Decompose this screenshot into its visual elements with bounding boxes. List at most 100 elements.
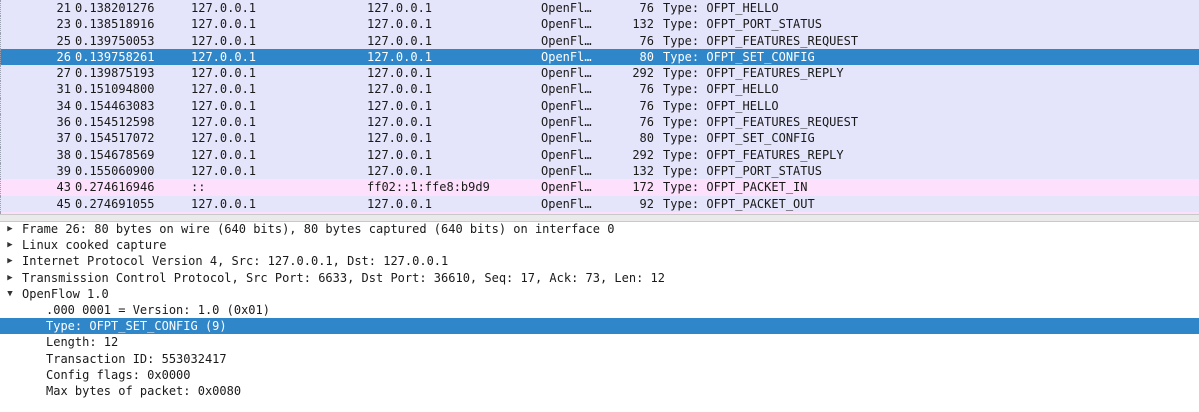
detail-section[interactable]: ▶ Linux cooked capture: [0, 237, 1199, 253]
packet-info: Type: OFPT_FEATURES_REPLY: [663, 66, 844, 81]
expand-arrow-icon[interactable]: ▶: [4, 270, 16, 286]
packet-time: 0.154463083: [75, 98, 155, 113]
packet-time: 0.154512598: [75, 115, 155, 130]
packet-info: Type: OFPT_PORT_STATUS: [663, 17, 822, 32]
packet-number: 45: [56, 196, 71, 211]
detail-text: Frame 26: 80 bytes on wire (640 bits), 8…: [22, 222, 615, 236]
packet-number: 27: [56, 66, 71, 81]
expand-arrow-icon[interactable]: ▶: [4, 253, 16, 269]
packet-info: Type: OFPT_HELLO: [663, 1, 779, 15]
detail-field[interactable]: .000 0001 = Version: 1.0 (0x01): [0, 302, 1199, 318]
packet-row[interactable]: 23 0.138518916 127.0.0.1 127.0.0.1 OpenFl… 13…: [0, 16, 1199, 33]
packet-source: 127.0.0.1: [191, 98, 257, 113]
packet-row[interactable]: 27 0.139875193 127.0.0.1 127.0.0.1 OpenFl… 29…: [0, 65, 1199, 82]
packet-time: 0.274616946: [75, 180, 155, 195]
packet-row[interactable]: 37 0.154517072 127.0.0.1 127.0.0.1 OpenFl… 80…: [0, 130, 1199, 147]
packet-protocol: OpenFl…: [541, 163, 592, 178]
packet-number: 38: [56, 147, 71, 162]
packet-source: 127.0.0.1: [191, 163, 257, 178]
packet-protocol: OpenFl…: [541, 180, 592, 195]
packet-info: Type: OFPT_FEATURES_REPLY: [663, 147, 844, 162]
packet-info: Type: OFPT_HELLO: [663, 82, 779, 97]
packet-time: 0.138201276: [75, 1, 155, 15]
packet-length: 132: [632, 163, 654, 178]
packet-row[interactable]: 36 0.154512598 127.0.0.1 127.0.0.1 OpenFl… 76…: [0, 114, 1199, 131]
packet-destination: 127.0.0.1: [367, 131, 433, 146]
packet-source: 127.0.0.1: [191, 17, 257, 32]
detail-text: Length: 12: [46, 335, 119, 350]
packet-time: 0.139750053: [75, 33, 155, 48]
packet-source: 127.0.0.1: [191, 82, 257, 97]
packet-protocol: OpenFl…: [541, 17, 592, 32]
packet-info: Type: OFPT_HELLO: [663, 98, 779, 113]
detail-text: Transmission Control Protocol, Src Port:…: [22, 270, 665, 285]
packet-length: 80: [639, 49, 654, 64]
packet-length: 292: [632, 66, 654, 81]
packet-protocol: OpenFl…: [541, 196, 592, 211]
packet-source: 127.0.0.1: [191, 147, 257, 162]
packet-list[interactable]: 21 0.138201276 127.0.0.1 127.0.0.1 OpenFl… 76…: [0, 0, 1199, 214]
packet-row[interactable]: 26 0.139758261 127.0.0.1 127.0.0.1 OpenFl… 80…: [0, 48, 1199, 66]
packet-protocol: OpenFl…: [541, 66, 592, 81]
detail-field[interactable]: Max bytes of packet: 0x0080: [0, 383, 1199, 399]
packet-destination: 127.0.0.1: [367, 196, 433, 211]
packet-row[interactable]: 39 0.155060900 127.0.0.1 127.0.0.1 OpenFl… 13…: [0, 162, 1199, 180]
packet-number: 43: [56, 180, 71, 195]
packet-protocol: OpenFl…: [541, 1, 592, 15]
packet-time: 0.154517072: [75, 131, 155, 146]
packet-length: 92: [639, 196, 654, 211]
packet-protocol: OpenFl…: [541, 82, 592, 97]
packet-row[interactable]: 25 0.139750053 127.0.0.1 127.0.0.1 OpenFl… 76…: [0, 32, 1199, 49]
packet-info: Type: OFPT_SET_CONFIG: [663, 131, 815, 146]
packet-info: Type: OFPT_PACKET_OUT: [663, 196, 815, 211]
detail-text: .000 0001 = Version: 1.0 (0x01): [46, 302, 270, 317]
packet-destination: 127.0.0.1: [367, 17, 433, 32]
detail-section[interactable]: ▶ Internet Protocol Version 4, Src: 127.0…: [0, 253, 1199, 269]
detail-field[interactable]: Type: OFPT_SET_CONFIG (9): [0, 318, 1199, 335]
packet-time: 0.139875193: [75, 66, 155, 81]
packet-length: 76: [639, 1, 654, 15]
packet-protocol: OpenFl…: [541, 49, 592, 64]
packet-protocol: OpenFl…: [541, 131, 592, 146]
packet-length: 80: [639, 131, 654, 146]
packet-destination: 127.0.0.1: [367, 163, 433, 178]
packet-row[interactable]: 43 0.274616946:: ff02::1:ffe8:b9d9 OpenFl… 1…: [0, 179, 1199, 196]
detail-text: Max bytes of packet: 0x0080: [46, 383, 242, 398]
detail-field[interactable]: Length: 12: [0, 334, 1199, 350]
packet-number: 39: [56, 163, 71, 178]
packet-time: 0.154678569: [75, 147, 155, 162]
detail-field[interactable]: Config flags: 0x0000: [0, 367, 1199, 383]
packet-info: Type: OFPT_FEATURES_REQUEST: [663, 33, 859, 48]
detail-text: Linux cooked capture: [22, 238, 167, 253]
packet-length: 76: [639, 82, 654, 97]
packet-number: 26: [56, 49, 71, 64]
packet-protocol: OpenFl…: [541, 115, 592, 130]
detail-text: Transaction ID: 553032417: [46, 351, 227, 366]
packet-destination: 127.0.0.1: [367, 115, 433, 130]
packet-row[interactable]: 34 0.154463083 127.0.0.1 127.0.0.1 OpenFl… 76…: [0, 97, 1199, 115]
packet-info: Type: OFPT_SET_CONFIG: [663, 49, 815, 64]
expand-arrow-icon[interactable]: ▶: [4, 221, 16, 237]
packet-details-tree[interactable]: ▶ Frame 26: 80 bytes on wire (640 bits), …: [0, 221, 1199, 412]
packet-source: 127.0.0.1: [191, 33, 257, 48]
detail-text: Internet Protocol Version 4, Src: 127.0.…: [22, 254, 449, 269]
packet-info: Type: OFPT_PORT_STATUS: [663, 163, 822, 178]
detail-section[interactable]: ▶ Frame 26: 80 bytes on wire (640 bits), …: [0, 221, 1199, 237]
packet-number: 31: [56, 82, 71, 97]
packet-row[interactable]: 31 0.151094800 127.0.0.1 127.0.0.1 OpenFl… 76…: [0, 81, 1199, 98]
packet-row[interactable]: 38 0.154678569 127.0.0.1 127.0.0.1 OpenFl… 29…: [0, 146, 1199, 163]
packet-row[interactable]: 21 0.138201276 127.0.0.1 127.0.0.1 OpenFl… 76…: [0, 0, 1199, 17]
packet-destination: 127.0.0.1: [367, 147, 433, 162]
detail-section[interactable]: ▼ OpenFlow 1.0: [0, 286, 1199, 302]
detail-section[interactable]: ▶ Transmission Control Protocol, Src Port…: [0, 270, 1199, 286]
packet-protocol: OpenFl…: [541, 33, 592, 48]
packet-length: 76: [639, 33, 654, 48]
packet-time: 0.155060900: [75, 163, 155, 178]
packet-row[interactable]: 45 0.274691055 127.0.0.1 127.0.0.1 OpenFl… 92…: [0, 195, 1199, 212]
packet-destination: 127.0.0.1: [367, 66, 433, 81]
expand-arrow-icon[interactable]: ▶: [4, 237, 16, 253]
detail-field[interactable]: Transaction ID: 553032417: [0, 351, 1199, 367]
collapse-arrow-icon[interactable]: ▼: [4, 286, 16, 302]
packet-source: 127.0.0.1: [191, 49, 257, 64]
packet-length: 76: [639, 98, 654, 113]
